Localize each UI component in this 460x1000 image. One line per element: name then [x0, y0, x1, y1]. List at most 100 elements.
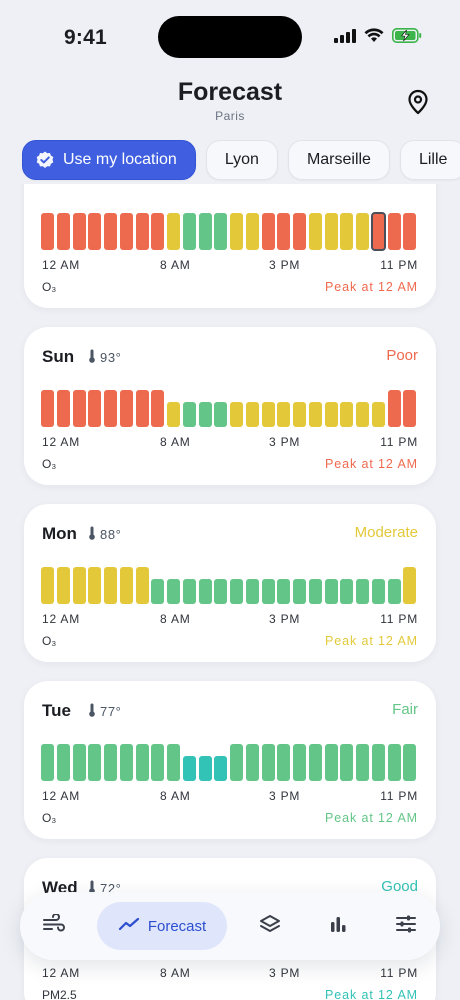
- hour-bar[interactable]: [41, 213, 54, 250]
- hour-bar[interactable]: [88, 567, 102, 604]
- hour-bar[interactable]: [277, 579, 291, 604]
- hour-bar[interactable]: [356, 744, 369, 781]
- hour-bar[interactable]: [340, 579, 354, 604]
- hour-bar[interactable]: [119, 213, 133, 250]
- forecast-card[interactable]: Mon 88° Moderate 12 AM 8 AM 3 PM 11 PM O₃ Peak a…: [24, 504, 436, 662]
- hour-bar[interactable]: [104, 213, 117, 250]
- chip-marseille[interactable]: Marseille: [287, 140, 390, 180]
- chip-use-my-location[interactable]: Use my location: [22, 140, 196, 180]
- hour-bar[interactable]: [371, 402, 385, 427]
- hour-bar[interactable]: [356, 213, 369, 250]
- hour-bar[interactable]: [41, 567, 54, 604]
- hour-bar[interactable]: [151, 579, 165, 604]
- hour-bar[interactable]: [88, 744, 102, 781]
- hour-bar[interactable]: [56, 567, 70, 604]
- hour-bar[interactable]: [72, 390, 86, 427]
- hour-bar[interactable]: [308, 744, 322, 781]
- hour-bar[interactable]: [56, 213, 70, 250]
- hour-bar[interactable]: [293, 213, 306, 250]
- tab-wind[interactable]: [32, 902, 76, 950]
- hour-bar[interactable]: [167, 579, 180, 604]
- hour-bar[interactable]: [151, 390, 165, 427]
- hour-bar[interactable]: [371, 744, 385, 781]
- hour-bar[interactable]: [308, 213, 322, 250]
- hour-bar[interactable]: [104, 567, 117, 604]
- hour-bar[interactable]: [135, 744, 149, 781]
- hour-bar[interactable]: [324, 744, 338, 781]
- hour-bar[interactable]: [403, 213, 417, 250]
- hour-bar[interactable]: [119, 567, 133, 604]
- forecast-list[interactable]: 12 AM 8 AM 3 PM 11 PM O₃ Peak at 12 AM Sun 93° P…: [0, 184, 460, 1000]
- hour-bar[interactable]: [293, 579, 306, 604]
- hour-bar[interactable]: [324, 402, 338, 427]
- hour-bar[interactable]: [324, 579, 338, 604]
- hour-bar[interactable]: [198, 756, 212, 781]
- tab-forecast[interactable]: Forecast: [97, 902, 227, 950]
- forecast-card[interactable]: Sun 93° Poor 12 AM 8 AM 3 PM 11 PM O₃ Peak at 12…: [24, 327, 436, 485]
- hour-bar[interactable]: [245, 402, 259, 427]
- hour-bar[interactable]: [119, 744, 133, 781]
- hour-bar[interactable]: [151, 744, 165, 781]
- hour-bar[interactable]: [167, 744, 180, 781]
- hour-bar[interactable]: [293, 744, 306, 781]
- hour-bar[interactable]: [182, 402, 196, 427]
- tab-settings[interactable]: [384, 902, 428, 950]
- tab-stats[interactable]: [316, 902, 360, 950]
- hour-bar[interactable]: [56, 744, 70, 781]
- forecast-card[interactable]: 12 AM 8 AM 3 PM 11 PM O₃ Peak at 12 AM: [24, 184, 436, 308]
- hour-bar[interactable]: [198, 579, 212, 604]
- hour-bar[interactable]: [214, 756, 228, 781]
- hour-bar[interactable]: [182, 756, 196, 781]
- hour-bar[interactable]: [214, 579, 228, 604]
- hour-bar[interactable]: [245, 579, 259, 604]
- hour-bar[interactable]: [261, 402, 275, 427]
- hour-bar[interactable]: [261, 579, 275, 604]
- hour-bar[interactable]: [370, 212, 386, 251]
- hour-bar[interactable]: [403, 744, 417, 781]
- hour-bar[interactable]: [387, 579, 401, 604]
- hour-bar[interactable]: [277, 402, 291, 427]
- hour-bar[interactable]: [88, 390, 102, 427]
- hour-bar[interactable]: [88, 213, 102, 250]
- hour-bar[interactable]: [214, 402, 228, 427]
- hour-bar[interactable]: [135, 213, 149, 250]
- forecast-card[interactable]: Tue 77° Fair 12 AM 8 AM 3 PM 11 PM O₃ Peak at 12…: [24, 681, 436, 839]
- hour-bar[interactable]: [387, 213, 401, 250]
- hour-bar[interactable]: [324, 213, 338, 250]
- hour-bar[interactable]: [277, 213, 291, 250]
- hour-bar[interactable]: [230, 579, 243, 604]
- hour-bar[interactable]: [151, 213, 165, 250]
- hour-bar[interactable]: [230, 213, 243, 250]
- hour-bar[interactable]: [308, 579, 322, 604]
- hour-bar[interactable]: [230, 744, 243, 781]
- location-pin-button[interactable]: [404, 89, 432, 118]
- hour-bar[interactable]: [371, 579, 385, 604]
- hour-bar[interactable]: [403, 567, 417, 604]
- hour-bar[interactable]: [356, 579, 369, 604]
- hour-bar[interactable]: [230, 402, 243, 427]
- hour-bar[interactable]: [308, 402, 322, 427]
- hour-bar[interactable]: [72, 213, 86, 250]
- hour-bar[interactable]: [41, 390, 54, 427]
- hour-bar[interactable]: [198, 213, 212, 250]
- hour-bar[interactable]: [167, 213, 180, 250]
- hour-bar[interactable]: [56, 390, 70, 427]
- hour-bar[interactable]: [135, 567, 149, 604]
- hour-bar[interactable]: [403, 390, 417, 427]
- hour-bar[interactable]: [167, 402, 180, 427]
- hour-bar[interactable]: [182, 579, 196, 604]
- hour-bar[interactable]: [182, 213, 196, 250]
- hour-bar[interactable]: [387, 390, 401, 427]
- chip-lyon[interactable]: Lyon: [205, 140, 278, 180]
- hour-bar[interactable]: [104, 744, 117, 781]
- hour-bar[interactable]: [104, 390, 117, 427]
- hour-bar[interactable]: [72, 567, 86, 604]
- chip-lille[interactable]: Lille: [399, 140, 460, 180]
- hour-bar[interactable]: [119, 390, 133, 427]
- hour-bar[interactable]: [356, 402, 369, 427]
- hour-bar[interactable]: [261, 213, 275, 250]
- hour-bar[interactable]: [135, 390, 149, 427]
- hour-bar[interactable]: [41, 744, 54, 781]
- hour-bar[interactable]: [214, 213, 228, 250]
- hour-bar[interactable]: [72, 744, 86, 781]
